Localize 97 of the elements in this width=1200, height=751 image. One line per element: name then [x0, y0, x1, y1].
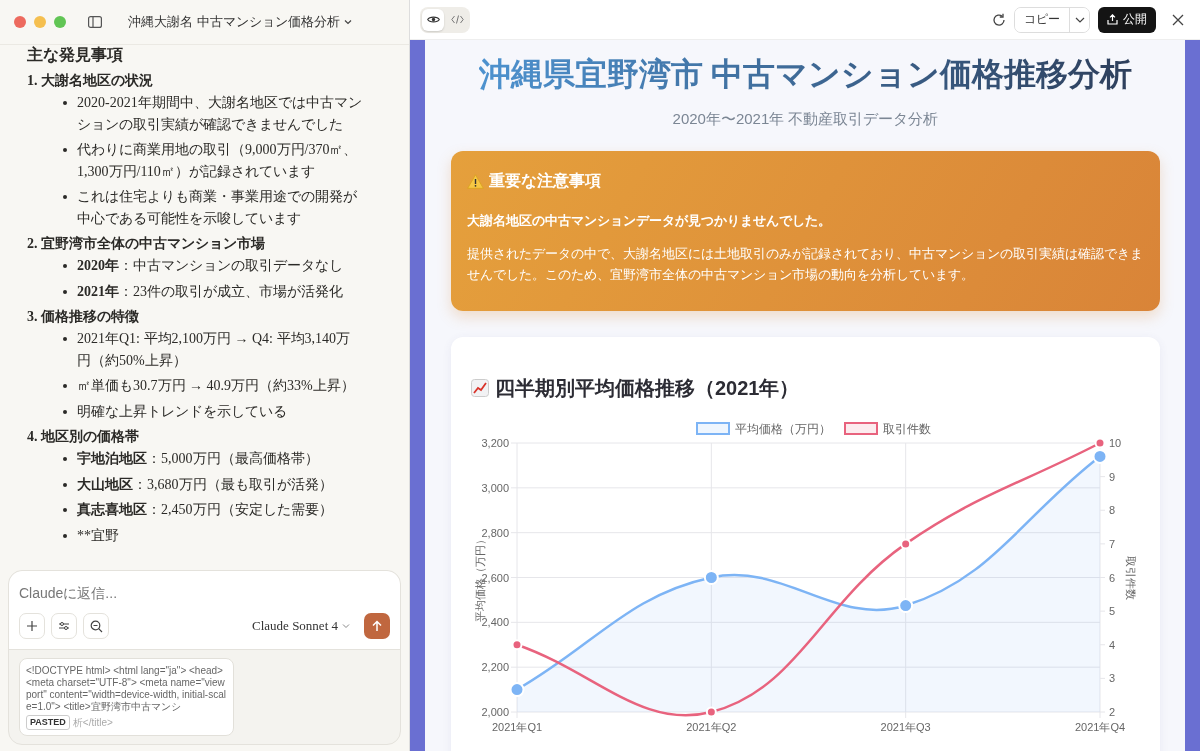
- axis-tick-label: 2021年Q3: [880, 721, 931, 733]
- plus-icon: [26, 620, 38, 632]
- chevron-icon: [343, 19, 352, 25]
- data-point: [509, 682, 525, 698]
- bullet-icon: [63, 148, 67, 152]
- axis-tick-label: 5: [1109, 605, 1116, 618]
- list-item: 代わりに商業用地の取引（9,000万円/370㎡、1,300万円/110㎡）が記録されています: [77, 141, 359, 181]
- arrow-up-icon: [371, 620, 383, 632]
- legend-label: 取引件数: [883, 422, 931, 436]
- list-item: 2021年：23件の取引が成立、市場が活発化: [77, 282, 343, 301]
- warning-text: 提供されたデータの中で、大謝名地区には土地取引のみが記録されており、中古マンションの取引実績は確認できませんでした。このため、宜野湾市全体の中古マンション市場の動向を分析しています。: [467, 245, 1144, 284]
- page-subtitle: 2020年〜2021年 不動産取引データ分析: [671, 110, 940, 129]
- axis-tick-label: 7: [1109, 537, 1116, 550]
- close-icon[interactable]: [1172, 13, 1184, 26]
- sidebar-icon[interactable]: [88, 16, 102, 28]
- list-item: 2021年Q1: 平均2,100万円 → Q4: 平均3,140万円（約50%上昇）: [77, 330, 351, 370]
- list-item: 真志喜地区：2,450万円（安定した需要）: [77, 501, 333, 519]
- axis-tick-label: 2021年Q4: [1074, 721, 1126, 733]
- list-item: これは住宅よりも商業・事業用途での開発が中心である可能性を示唆しています: [77, 188, 358, 228]
- legend-item[interactable]: 平均価格（万円）: [696, 422, 831, 436]
- list-item: 2020年：中古マンションの取引データなし: [77, 257, 343, 275]
- add-button[interactable]: [19, 613, 45, 639]
- axis-tick-label: 6: [1109, 571, 1116, 584]
- axis-tick-label: 2021年Q1: [491, 721, 543, 733]
- axis-tick-label: 2: [1109, 706, 1116, 718]
- data-point: [898, 598, 914, 613]
- axis-tick-label: 3,200: [481, 437, 509, 449]
- data-point: [1094, 437, 1106, 449]
- axis-tick-label: 4: [1109, 638, 1116, 651]
- chevron-icon: [342, 623, 350, 629]
- chart-icon: [471, 379, 489, 397]
- chart-title: 四半期別平均価格推移（2021年）: [495, 375, 800, 401]
- publish-button[interactable]: 公開: [1098, 6, 1156, 33]
- bullet-icon: [63, 337, 67, 341]
- reply-field[interactable]: Claudeに返信...: [19, 583, 390, 603]
- bullet-icon: [63, 409, 67, 414]
- list-item: 2020-2021年期間中、大謝名地区では中古マンションの取引実績が確認できませんでした: [77, 94, 363, 134]
- search-icon: [89, 619, 103, 633]
- window-control[interactable]: [54, 16, 66, 28]
- warning-icon: [467, 174, 484, 189]
- data-point: [900, 538, 912, 550]
- axis-title: 取引件数: [1125, 555, 1137, 600]
- list-heading: 3. 価格推移の特徴: [27, 308, 140, 326]
- settings-button[interactable]: [51, 613, 77, 639]
- bullet-icon: [63, 533, 67, 538]
- model-selector[interactable]: Claude Sonnet 4: [244, 618, 358, 634]
- bullet-icon: [63, 264, 67, 268]
- legend-item[interactable]: 取引件数: [844, 422, 931, 436]
- bullet-icon: [63, 289, 67, 294]
- chevron-icon: [1074, 16, 1085, 23]
- axis-tick-label: 8: [1109, 504, 1116, 517]
- research-button[interactable]: [83, 613, 109, 639]
- warning-lead: 大謝名地区の中古マンションデータが見つかりませんでした。: [467, 212, 832, 230]
- section-heading: 主な発見事項: [27, 45, 124, 66]
- list-item: 明確な上昇トレンドを示している: [77, 402, 287, 421]
- data-point: [705, 706, 717, 718]
- list-item: **宜野: [77, 526, 119, 545]
- axis-tick-label: 2,800: [481, 526, 509, 539]
- sliders-icon: [58, 621, 70, 631]
- bullet-icon: [63, 457, 67, 461]
- pasted-badge: PASTED: [26, 715, 70, 730]
- data-point: [1092, 448, 1108, 464]
- axis-tick-label: 3,000: [481, 481, 509, 494]
- bullet-icon: [63, 384, 67, 388]
- copy-menu-button[interactable]: [1069, 7, 1089, 32]
- list-item: 大山地区：3,680万円（最も取引が活発）: [77, 475, 333, 494]
- legend-label: 平均価格（万円）: [735, 422, 831, 436]
- page-title: 沖縄県宜野湾市 中古マンション価格推移分析: [478, 56, 1133, 92]
- eye-icon: [426, 15, 440, 24]
- list-heading: 4. 地区別の価格帯: [27, 428, 140, 446]
- attachment-preview: 析</title>: [72, 716, 113, 729]
- code-icon: [450, 15, 464, 24]
- axis-tick-label: 2,200: [481, 661, 509, 674]
- data-point: [703, 570, 719, 585]
- list-item: 宇地泊地区：5,000万円（最高価格帯）: [77, 450, 319, 468]
- list-heading: 1. 大謝名地区の状況: [27, 72, 154, 90]
- pasted-attachment[interactable]: <!DOCTYPE html> <html lang="ja"> <head> <meta charset="UTF-8"> <meta name="viewport" content="width=device-width, initial-scale=1.0"> <title>宜野湾市中古マンシ PASTED 析</title>: [19, 658, 234, 736]
- axis-tick-label: 3: [1109, 672, 1116, 685]
- share-icon: [1107, 14, 1118, 25]
- chat-title[interactable]: 沖縄大謝名 中古マンション価格分析: [128, 13, 352, 31]
- data-point: [511, 639, 523, 651]
- axis-tick-label: 2,000: [481, 706, 509, 718]
- bullet-icon: [63, 101, 67, 105]
- refresh-icon[interactable]: [992, 12, 1006, 27]
- axis-tick-label: 2021年Q2: [686, 721, 737, 733]
- list-item: ㎡単価も30.7万円 → 40.9万円（約33%上昇）: [77, 377, 355, 395]
- bullet-icon: [63, 195, 67, 199]
- window-control[interactable]: [14, 16, 26, 28]
- send-button[interactable]: [364, 613, 390, 639]
- axis-tick-label: 9: [1109, 470, 1116, 483]
- preview-tab[interactable]: [422, 8, 444, 31]
- warning-title: 重要な注意事項: [489, 171, 601, 192]
- list-heading: 2. 宜野湾市全体の中古マンション市場: [27, 235, 266, 253]
- bullet-icon: [63, 508, 67, 512]
- attachment-preview: <!DOCTYPE html> <html lang="ja"> <head> <meta charset="UTF-8"> <meta name="viewport" content="width=device-width, initial-scale=1.0"> <title>宜野湾市中古マンシ: [26, 665, 227, 713]
- bullet-icon: [63, 482, 67, 487]
- axis-tick-label: 10: [1109, 437, 1122, 449]
